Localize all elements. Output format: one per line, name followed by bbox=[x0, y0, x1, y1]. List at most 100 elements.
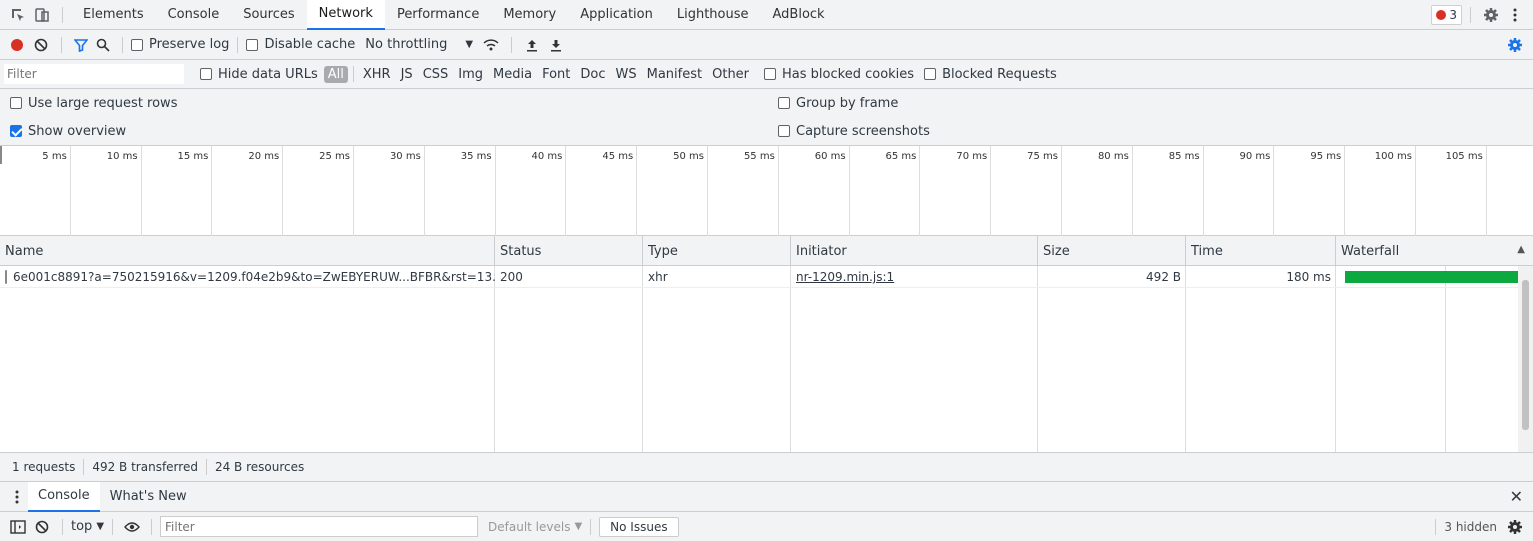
overview-tick-label: 50 ms bbox=[637, 146, 708, 236]
capture-screenshots-label: Capture screenshots bbox=[796, 123, 930, 139]
tab-memory[interactable]: Memory bbox=[491, 0, 568, 30]
type-filter-manifest[interactable]: Manifest bbox=[643, 66, 706, 83]
capture-screenshots-checkbox[interactable] bbox=[778, 125, 790, 137]
column-header-waterfall[interactable]: Waterfall bbox=[1336, 236, 1533, 266]
separator bbox=[1470, 6, 1471, 23]
console-settings-gear-icon[interactable] bbox=[1503, 519, 1527, 535]
drawer-tab-what-s-new[interactable]: What's New bbox=[100, 482, 197, 512]
hide-data-urls-checkbox[interactable] bbox=[200, 68, 212, 80]
tab-adblock[interactable]: AdBlock bbox=[761, 0, 837, 30]
overview-tick-label: 105 ms bbox=[1416, 146, 1487, 236]
vertical-scrollbar[interactable] bbox=[1518, 266, 1533, 452]
column-header-type[interactable]: Type bbox=[643, 236, 791, 266]
cell-initiator[interactable]: nr-1209.min.js:1 bbox=[791, 266, 1038, 288]
close-drawer-icon[interactable]: ✕ bbox=[1510, 487, 1523, 506]
cell-type-text: xhr bbox=[648, 270, 668, 284]
cell-name[interactable]: 6e001c8891?a=750215916&v=1209.f04e2b9&to… bbox=[0, 266, 495, 288]
table-row[interactable]: 6e001c8891?a=750215916&v=1209.f04e2b9&to… bbox=[0, 266, 1518, 288]
cell-size: 492 B bbox=[1038, 266, 1186, 288]
error-count-badge[interactable]: 3 bbox=[1431, 4, 1462, 25]
console-filter-input[interactable] bbox=[160, 516, 479, 537]
settings-gear-icon[interactable] bbox=[1479, 7, 1503, 23]
search-icon[interactable] bbox=[92, 38, 114, 52]
type-filter-ws[interactable]: WS bbox=[612, 66, 641, 83]
issues-button[interactable]: No Issues bbox=[599, 516, 679, 537]
export-har-icon[interactable] bbox=[544, 38, 568, 52]
device-toolbar-icon[interactable] bbox=[30, 7, 54, 23]
network-overview-timeline[interactable]: 5 ms 10 ms 15 ms 20 ms 25 ms 30 ms 35 ms 40 ms 4… bbox=[0, 145, 1533, 236]
cell-initiator-text[interactable]: nr-1209.min.js:1 bbox=[796, 270, 894, 284]
clear-icon[interactable] bbox=[29, 38, 53, 52]
type-filter-js[interactable]: JS bbox=[397, 66, 417, 83]
tab-performance[interactable]: Performance bbox=[385, 0, 491, 30]
scrollbar-thumb[interactable] bbox=[1522, 280, 1529, 430]
column-header-time[interactable]: Time bbox=[1186, 236, 1336, 266]
drawer-tab-bar: Console What's New ✕ bbox=[0, 481, 1533, 512]
separator bbox=[590, 518, 592, 535]
network-settings-gear-icon[interactable] bbox=[1503, 37, 1527, 53]
type-filter-img[interactable]: Img bbox=[454, 66, 487, 83]
preserve-log-checkbox[interactable] bbox=[131, 38, 143, 51]
throttling-select[interactable]: No throttling bbox=[365, 37, 447, 52]
overview-tick-label: 80 ms bbox=[1062, 146, 1133, 236]
error-icon bbox=[1436, 9, 1447, 20]
filter-icon[interactable] bbox=[70, 38, 92, 52]
error-count: 3 bbox=[1449, 7, 1457, 22]
sidebar-toggle-icon[interactable] bbox=[6, 519, 30, 534]
has-blocked-cookies-label: Has blocked cookies bbox=[782, 66, 915, 82]
type-filter-css[interactable]: CSS bbox=[419, 66, 453, 83]
more-options-icon[interactable] bbox=[1503, 8, 1527, 22]
group-by-frame-checkbox[interactable] bbox=[778, 97, 790, 109]
log-levels-select[interactable]: Default levels bbox=[488, 520, 570, 534]
chevron-down-icon[interactable]: ▼ bbox=[96, 521, 104, 532]
type-filter-all[interactable]: All bbox=[323, 65, 348, 83]
column-header-name[interactable]: Name bbox=[0, 236, 495, 266]
tab-lighthouse[interactable]: Lighthouse bbox=[665, 0, 761, 30]
tab-network[interactable]: Network bbox=[306, 0, 385, 30]
tab-application[interactable]: Application bbox=[568, 0, 665, 30]
overview-tick-label: 45 ms bbox=[566, 146, 638, 236]
overview-tick-label: 40 ms bbox=[496, 146, 567, 236]
disable-cache-checkbox[interactable] bbox=[246, 38, 259, 51]
column-header-initiator[interactable]: Initiator bbox=[791, 236, 1038, 266]
tab-elements[interactable]: Elements bbox=[71, 0, 156, 30]
blocked-requests-checkbox[interactable] bbox=[924, 68, 937, 80]
live-expression-eye-icon[interactable] bbox=[121, 521, 143, 532]
network-conditions-icon[interactable] bbox=[479, 38, 503, 52]
drawer-tab-console[interactable]: Console bbox=[28, 481, 100, 512]
cell-time: 180 ms bbox=[1186, 266, 1336, 288]
network-filter-input[interactable] bbox=[4, 64, 184, 84]
overview-tick-label: 11 bbox=[1487, 146, 1533, 236]
separator bbox=[62, 6, 63, 23]
overview-tick-label: 15 ms bbox=[142, 146, 213, 236]
chevron-down-icon[interactable]: ▼ bbox=[465, 39, 473, 50]
context-select[interactable]: top bbox=[71, 519, 92, 534]
show-overview-checkbox[interactable] bbox=[10, 125, 22, 137]
type-filter-doc[interactable]: Doc bbox=[576, 66, 609, 83]
chevron-down-icon[interactable]: ▼ bbox=[574, 521, 582, 532]
type-filter-media[interactable]: Media bbox=[489, 66, 536, 83]
type-filter-font[interactable]: Font bbox=[538, 66, 574, 83]
show-overview-label: Show overview bbox=[28, 123, 127, 139]
column-divider bbox=[495, 266, 643, 452]
network-filter-bar: Hide data URLs All XHRJSCSSImgMediaFontDo… bbox=[0, 60, 1533, 89]
column-header-status[interactable]: Status bbox=[495, 236, 643, 266]
tab-sources[interactable]: Sources bbox=[231, 0, 306, 30]
waterfall-bar[interactable] bbox=[1345, 271, 1518, 283]
separator bbox=[151, 518, 153, 535]
has-blocked-cookies-checkbox[interactable] bbox=[764, 68, 777, 80]
large-rows-checkbox[interactable] bbox=[10, 97, 22, 109]
clear-console-icon[interactable] bbox=[30, 520, 54, 534]
separator bbox=[511, 36, 513, 53]
type-filter-other[interactable]: Other bbox=[708, 66, 753, 83]
column-header-size[interactable]: Size bbox=[1038, 236, 1186, 266]
drawer-menu-icon[interactable] bbox=[6, 490, 28, 504]
overview-tick-label: 20 ms bbox=[212, 146, 284, 236]
import-har-icon[interactable] bbox=[520, 38, 544, 52]
sort-ascending-icon[interactable]: ▲ bbox=[1517, 244, 1525, 255]
record-icon[interactable] bbox=[5, 38, 29, 51]
tab-console[interactable]: Console bbox=[156, 0, 232, 30]
inspect-element-icon[interactable] bbox=[6, 7, 30, 23]
cell-size-text: 492 B bbox=[1146, 270, 1181, 284]
type-filter-xhr[interactable]: XHR bbox=[359, 66, 395, 83]
